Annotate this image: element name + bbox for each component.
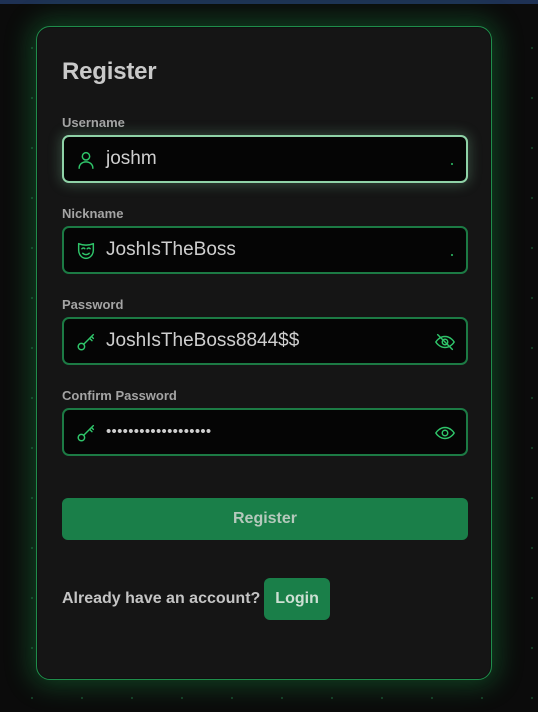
- nickname-label: Nickname: [62, 206, 124, 221]
- password-label: Password: [62, 297, 124, 312]
- username-value: joshm: [106, 148, 157, 169]
- login-prompt-text: Already have an account?: [62, 590, 261, 607]
- register-button[interactable]: Register: [62, 498, 468, 540]
- login-prompt: Already have an account? Login: [62, 578, 330, 620]
- password-value: JoshIsTheBoss8844$$: [106, 330, 300, 351]
- register-card: Register Username joshm Nickname JoshIsT…: [36, 26, 492, 680]
- confirm-password-value: •••••••••••••••••••: [106, 423, 212, 440]
- username-field[interactable]: joshm: [62, 135, 468, 183]
- login-button[interactable]: Login: [264, 578, 330, 620]
- field-indicator-dot: [451, 254, 453, 256]
- top-strip: [0, 0, 538, 4]
- username-label: Username: [62, 115, 125, 130]
- field-indicator-dot: [451, 163, 453, 165]
- user-icon: [78, 151, 94, 169]
- key-icon: [77, 333, 95, 351]
- confirm-password-label: Confirm Password: [62, 388, 177, 403]
- nickname-field[interactable]: JoshIsTheBoss: [62, 226, 468, 274]
- mask-icon: [77, 242, 95, 260]
- password-field[interactable]: JoshIsTheBoss8844$$: [62, 317, 468, 365]
- key-icon: [77, 424, 95, 442]
- confirm-password-field[interactable]: •••••••••••••••••••: [62, 408, 468, 456]
- page-title: Register: [62, 58, 157, 85]
- nickname-value: JoshIsTheBoss: [106, 239, 236, 260]
- eye-icon[interactable]: [434, 422, 456, 444]
- eye-off-icon[interactable]: [434, 331, 456, 353]
